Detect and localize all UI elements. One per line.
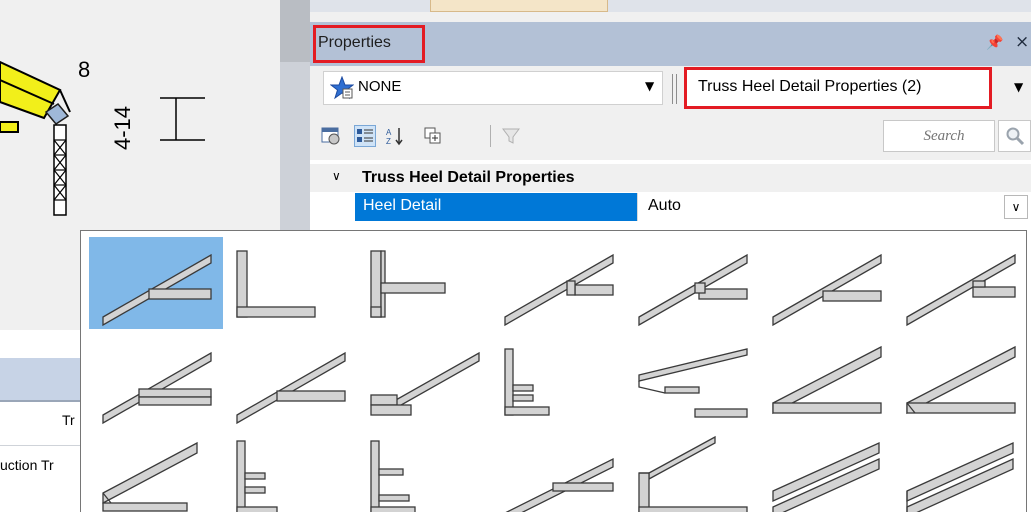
categorized-icon[interactable]	[354, 125, 376, 147]
property-value: Auto	[648, 197, 681, 214]
heel-detail-option-20[interactable]	[759, 433, 893, 512]
properties-grid: ∨ Truss Heel Detail Properties Heel Deta…	[310, 160, 1031, 238]
gutter-handle[interactable]	[280, 0, 310, 62]
heel-detail-option-17[interactable]	[357, 433, 491, 512]
chevron-down-icon[interactable]: ∨	[332, 169, 341, 183]
properties-toolbar: AZ	[310, 112, 1031, 160]
dock-header	[0, 358, 80, 400]
heel-detail-diagram-icon	[906, 345, 1016, 415]
filter-dropdown[interactable]: NONE ▼	[323, 71, 663, 105]
chevron-down-icon[interactable]: ∨	[1004, 195, 1028, 219]
heel-detail-option-11[interactable]	[491, 335, 625, 427]
heel-detail-diagram-icon	[504, 253, 614, 327]
properties-panel: Properties 📌 × NONE ▼ Truss Heel Detail …	[310, 12, 1031, 238]
divider	[676, 74, 677, 104]
heel-detail-diagram-icon	[102, 351, 212, 425]
heel-detail-diagram-icon	[772, 253, 882, 327]
dock-row-divider	[0, 445, 80, 446]
filter-funnel-icon[interactable]	[500, 125, 522, 147]
property-name: Heel Detail	[363, 197, 442, 214]
heel-detail-diagram-icon	[772, 441, 880, 512]
dock-row-item[interactable]: uction Tr	[0, 457, 54, 473]
toolbar-separator	[490, 125, 491, 147]
heel-detail-option-8[interactable]	[89, 335, 223, 427]
heel-detail-diagram-icon	[236, 440, 278, 512]
filter-value: NONE	[358, 78, 402, 95]
pitch-label: 8	[78, 57, 91, 82]
heel-detail-option-12[interactable]	[625, 335, 759, 427]
heel-detail-option-16[interactable]	[223, 433, 357, 512]
heel-detail-diagram-icon	[370, 440, 416, 512]
heel-detail-option-5[interactable]	[625, 237, 759, 329]
heel-detail-diagram-icon	[370, 351, 480, 416]
view-icon[interactable]	[320, 125, 342, 147]
divider	[672, 74, 673, 104]
close-icon[interactable]: ×	[1015, 32, 1029, 52]
heel-detail-option-9[interactable]	[223, 335, 357, 427]
heel-detail-diagram-icon	[638, 253, 748, 327]
top-strip	[310, 0, 1031, 12]
heel-detail-diagram-icon	[236, 351, 346, 425]
property-value-cell[interactable]: Auto	[637, 193, 1031, 221]
property-row[interactable]: Heel Detail Auto ∨	[310, 193, 1031, 221]
category-label: Truss Heel Detail Properties	[362, 169, 575, 186]
heel-detail-option-2[interactable]	[223, 237, 357, 329]
heel-detail-diagram-icon	[505, 457, 614, 512]
heel-detail-option-7[interactable]	[893, 237, 1026, 329]
heel-detail-option-3[interactable]	[357, 237, 491, 329]
svg-text:Z: Z	[386, 137, 391, 146]
heel-detail-option-19[interactable]	[625, 433, 759, 512]
heel-detail-option-14[interactable]	[893, 335, 1026, 427]
category-row[interactable]: ∨ Truss Heel Detail Properties	[310, 164, 1031, 192]
heel-detail-diagram-icon	[638, 435, 748, 512]
heel-detail-diagram-icon	[772, 345, 882, 415]
heel-detail-option-13[interactable]	[759, 335, 893, 427]
dock-separator	[0, 400, 80, 402]
properties-title-bar[interactable]: Properties 📌 ×	[310, 22, 1031, 66]
svg-text:A: A	[386, 128, 392, 137]
pin-icon[interactable]: 📌	[986, 35, 1003, 51]
heel-detail-option-10[interactable]	[357, 335, 491, 427]
heel-detail-option-1[interactable]	[89, 237, 223, 329]
selection-row: NONE ▼ Truss Heel Detail Properties (2) …	[310, 66, 1031, 112]
property-name-cell[interactable]: Heel Detail	[355, 193, 637, 221]
chevron-down-icon[interactable]: ▼	[1014, 80, 1023, 94]
heel-height-label: 4-14	[110, 105, 135, 150]
heel-detail-diagram-icon	[638, 348, 748, 418]
heel-detail-diagram-icon	[370, 250, 446, 318]
heel-detail-diagram-icon	[236, 250, 316, 318]
heel-detail-option-21[interactable]	[893, 433, 1026, 512]
heel-detail-option-15[interactable]	[89, 433, 223, 512]
heel-detail-diagram-icon	[906, 253, 1016, 327]
search-box[interactable]	[883, 120, 995, 152]
heel-detail-diagram-icon	[906, 441, 1014, 512]
heel-detail-option-18[interactable]	[491, 433, 625, 512]
document-tab[interactable]	[430, 0, 608, 12]
star-filter-icon	[330, 76, 354, 100]
dock-column-header[interactable]: Tr	[62, 412, 75, 428]
magnifier-icon[interactable]	[998, 120, 1031, 152]
type-selector-value[interactable]: Truss Heel Detail Properties (2)	[698, 78, 921, 96]
search-input[interactable]	[884, 121, 994, 151]
sort-az-icon[interactable]: AZ	[384, 125, 406, 147]
title-highlight-box	[313, 25, 425, 63]
heel-detail-flyout	[80, 230, 1027, 512]
heel-detail-diagram-icon	[102, 441, 198, 512]
heel-detail-diagram-icon	[102, 253, 212, 327]
heel-detail-option-6[interactable]	[759, 237, 893, 329]
chevron-down-icon[interactable]: ▼	[645, 79, 654, 93]
heel-detail-option-4[interactable]	[491, 237, 625, 329]
heel-detail-diagram-icon	[504, 348, 550, 416]
expand-icon[interactable]	[422, 125, 444, 147]
